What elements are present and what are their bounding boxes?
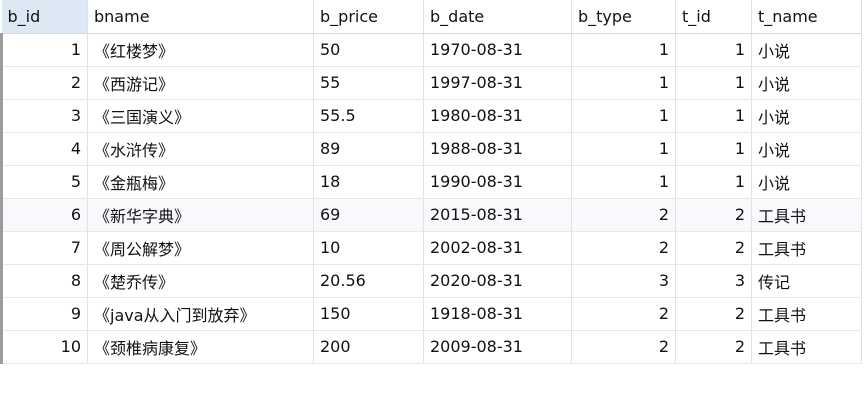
column-header-b_id[interactable]: b_id [1,0,88,34]
cell-bname[interactable]: 《颈椎病康复》 [87,330,314,364]
cell-b_price[interactable]: 200 [313,330,424,364]
cell-t_name[interactable]: 小说 [751,66,862,100]
column-header-b_date[interactable]: b_date [423,0,572,34]
cell-t_id[interactable]: 2 [675,231,752,265]
column-header-t_id[interactable]: t_id [675,0,752,34]
cell-b_price[interactable]: 150 [313,297,424,331]
cell-t_name[interactable]: 传记 [751,264,862,298]
cell-b_date[interactable]: 2015-08-31 [423,198,572,232]
cell-bname[interactable]: 《楚乔传》 [87,264,314,298]
column-header-b_type[interactable]: b_type [571,0,676,34]
table-row[interactable]: 5 《金瓶梅》 18 1990-08-31 1 1 小说 [0,165,862,199]
cell-t_name[interactable]: 小说 [751,165,862,199]
cell-b_price[interactable]: 69 [313,198,424,232]
cell-b_id[interactable]: 8 [0,264,88,298]
cell-b_type[interactable]: 2 [571,198,676,232]
cell-b_id[interactable]: 7 [0,231,88,265]
cell-b_id[interactable]: 5 [0,165,88,199]
cell-b_id[interactable]: 9 [0,297,88,331]
cell-b_id[interactable]: 4 [0,132,88,166]
cell-b_price[interactable]: 55 [313,66,424,100]
cell-b_price[interactable]: 89 [313,132,424,166]
column-header-t_name[interactable]: t_name [751,0,862,34]
cell-b_price[interactable]: 10 [313,231,424,265]
column-header-bname[interactable]: bname [87,0,314,34]
table-row[interactable]: 4 《水浒传》 89 1988-08-31 1 1 小说 [0,132,862,166]
cell-t_id[interactable]: 2 [675,330,752,364]
table-row[interactable]: 3 《三国演义》 55.5 1980-08-31 1 1 小说 [0,99,862,133]
cell-b_type[interactable]: 1 [571,99,676,133]
cell-bname[interactable]: 《三国演义》 [87,99,314,133]
table-row[interactable]: 8 《楚乔传》 20.56 2020-08-31 3 3 传记 [0,264,862,298]
cell-bname[interactable]: 《新华字典》 [87,198,314,232]
cell-t_id[interactable]: 1 [675,66,752,100]
cell-bname[interactable]: 《西游记》 [87,66,314,100]
cell-bname[interactable]: 《红楼梦》 [87,33,314,67]
cell-t_id[interactable]: 1 [675,33,752,67]
header-row: b_id bname b_price b_date b_type t_id t_… [1,0,862,34]
cell-b_date[interactable]: 1918-08-31 [423,297,572,331]
column-header-b_price[interactable]: b_price [313,0,424,34]
cell-t_name[interactable]: 工具书 [751,198,862,232]
cell-b_price[interactable]: 50 [313,33,424,67]
cell-b_price[interactable]: 55.5 [313,99,424,133]
table-row[interactable]: 2 《西游记》 55 1997-08-31 1 1 小说 [0,66,862,100]
cell-b_price[interactable]: 18 [313,165,424,199]
cell-b_id[interactable]: 10 [0,330,88,364]
cell-bname[interactable]: 《金瓶梅》 [87,165,314,199]
cell-bname[interactable]: 《周公解梦》 [87,231,314,265]
cell-t_id[interactable]: 3 [675,264,752,298]
cell-b_type[interactable]: 2 [571,231,676,265]
table-row[interactable]: 7 《周公解梦》 10 2002-08-31 2 2 工具书 [0,231,862,265]
table-row[interactable]: 6 《新华字典》 69 2015-08-31 2 2 工具书 [0,198,862,232]
cell-b_type[interactable]: 2 [571,330,676,364]
cell-t_name[interactable]: 小说 [751,33,862,67]
cell-t_id[interactable]: 2 [675,198,752,232]
cell-t_name[interactable]: 工具书 [751,330,862,364]
cell-t_name[interactable]: 小说 [751,132,862,166]
cell-t_id[interactable]: 2 [675,297,752,331]
cell-b_date[interactable]: 1990-08-31 [423,165,572,199]
table-row[interactable]: 1 《红楼梦》 50 1970-08-31 1 1 小说 [0,33,862,67]
cell-bname[interactable]: 《java从入门到放弃》 [87,297,314,331]
cell-b_date[interactable]: 2002-08-31 [423,231,572,265]
cell-b_date[interactable]: 1997-08-31 [423,66,572,100]
cell-b_price[interactable]: 20.56 [313,264,424,298]
cell-b_id[interactable]: 1 [0,33,88,67]
cell-b_type[interactable]: 3 [571,264,676,298]
cell-b_type[interactable]: 1 [571,33,676,67]
cell-b_date[interactable]: 1980-08-31 [423,99,572,133]
result-grid: b_id bname b_price b_date b_type t_id t_… [0,0,862,364]
cell-b_type[interactable]: 1 [571,132,676,166]
cell-b_type[interactable]: 1 [571,66,676,100]
cell-bname[interactable]: 《水浒传》 [87,132,314,166]
cell-t_name[interactable]: 工具书 [751,231,862,265]
cell-b_date[interactable]: 2009-08-31 [423,330,572,364]
cell-b_date[interactable]: 1970-08-31 [423,33,572,67]
cell-t_name[interactable]: 小说 [751,99,862,133]
cell-t_id[interactable]: 1 [675,165,752,199]
cell-b_id[interactable]: 3 [0,99,88,133]
cell-b_date[interactable]: 2020-08-31 [423,264,572,298]
cell-b_type[interactable]: 1 [571,165,676,199]
cell-b_id[interactable]: 6 [0,198,88,232]
cell-t_id[interactable]: 1 [675,132,752,166]
cell-b_id[interactable]: 2 [0,66,88,100]
cell-t_name[interactable]: 工具书 [751,297,862,331]
cell-b_type[interactable]: 2 [571,297,676,331]
table-row[interactable]: 9 《java从入门到放弃》 150 1918-08-31 2 2 工具书 [0,297,862,331]
table-row[interactable]: 10 《颈椎病康复》 200 2009-08-31 2 2 工具书 [0,330,862,364]
cell-t_id[interactable]: 1 [675,99,752,133]
cell-b_date[interactable]: 1988-08-31 [423,132,572,166]
